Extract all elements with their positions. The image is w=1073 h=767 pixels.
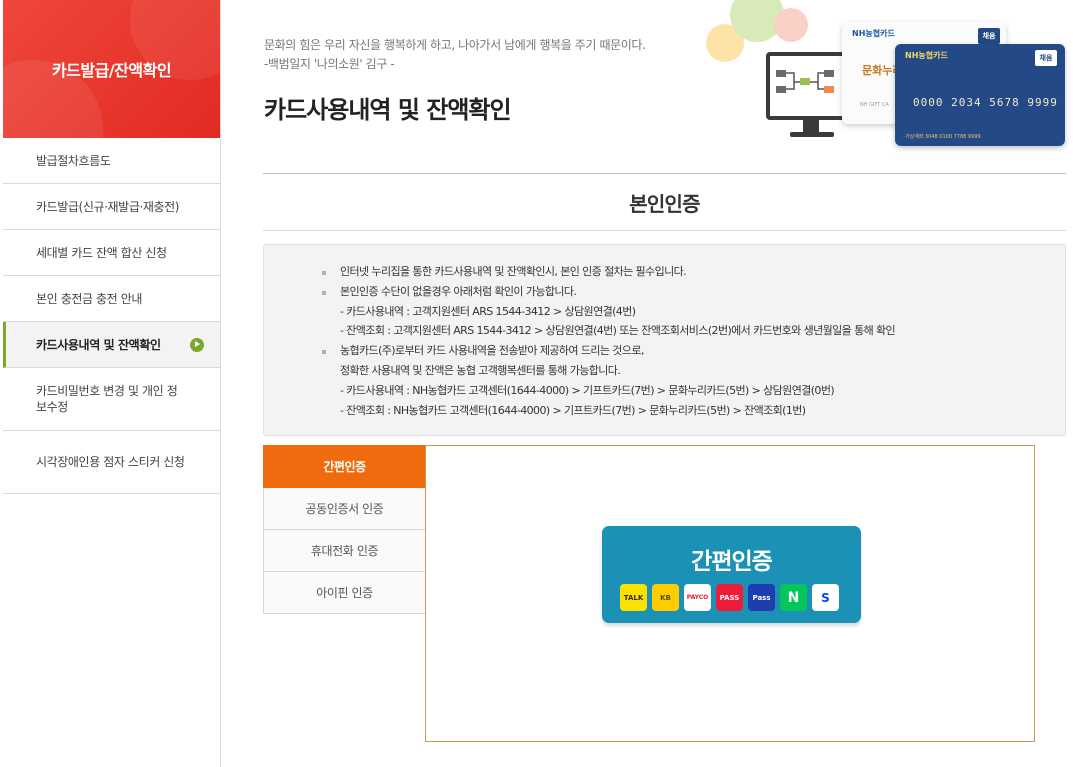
sidebar-item-label: 시각장애인용 점자 스티커 신청 [36,455,185,469]
sidebar-item-label: 카드비밀번호 변경 및 개인 정보수정 [36,384,178,414]
samsung-pass-icon: Pass [748,584,775,611]
simple-auth-label: 간편인증 [691,549,773,575]
card-badge: 채움 [978,28,1000,44]
card-badge: 채움 [1035,50,1057,66]
sidebar-item-household-balance[interactable]: 세대별 카드 잔액 합산 신청 [3,230,220,276]
nh-card-front: NH농협카드 채움 0000 2034 5678 9999 가상계좌 3048 … [895,44,1065,146]
monitor-base [790,132,834,137]
card-number: 0000 2034 5678 9999 [913,96,1058,109]
sidebar-item-braille-sticker[interactable]: 시각장애인용 점자 스티커 신청 [3,431,220,494]
quote-line: 문화의 힘은 우리 자신을 행복하게 하고, 나아가서 남에게 행복을 주기 때… [264,38,646,52]
divider [263,173,1066,174]
notice-line: - 카드사용내역 : 고객지원센터 ARS 1544-3412 > 상담원연결(… [340,304,636,318]
card-brand: NH농협카드 [852,29,895,38]
notice-line: 본인인증 수단이 없을경우 아래처럼 확인이 가능합니다. [322,284,577,298]
tab-phone-auth[interactable]: 휴대전화 인증 [263,530,426,572]
tab-ipin-auth[interactable]: 아이핀 인증 [263,572,426,614]
pass-icon: PASS [716,584,743,611]
notice-list: 인터넷 누리집을 통한 카드사용내역 및 잔액확인시, 본인 인증 절차는 필수… [322,262,896,420]
sidebar: 카드발급/잔액확인 발급절차흐름도 카드발급(신규·재발급·재충전) 세대별 카… [3,0,221,767]
auth-provider-icons: TALK KB PAYCO PASS Pass N S [620,584,839,611]
sidebar-item-label: 본인 충전금 충전 안내 [36,291,143,306]
kb-icon: KB [652,584,679,611]
notice-line: - 카드사용내역 : NH농협카드 고객센터(1644-4000) > 기프트카… [340,383,835,397]
arrow-right-circle-icon [190,337,204,352]
sidebar-item-label: 세대별 카드 잔액 합산 신청 [36,245,167,260]
simple-auth-button[interactable]: 간편인증 TALK KB PAYCO PASS Pass N S [602,526,861,623]
card-brand: NH농협카드 [905,51,948,60]
notice-box: 인터넷 누리집을 통한 카드사용내역 및 잔액확인시, 본인 인증 절차는 필수… [263,244,1066,436]
card-footer: 가상계좌 3048 0100 7788 9999 [905,134,981,140]
tab-simple-auth[interactable]: 간편인증 [263,445,426,488]
sidebar-item-label: 카드발급(신규·재발급·재충전) [36,199,180,214]
tab-certificate-auth[interactable]: 공동인증서 인증 [263,488,426,530]
notice-line: 정확한 사용내역 및 잔액은 농협 고객행복센터를 통해 가능합니다. [340,363,621,377]
shinhan-icon: S [812,584,839,611]
sidebar-item-label: 카드사용내역 및 잔액확인 [36,337,161,352]
notice-line: 인터넷 누리집을 통한 카드사용내역 및 잔액확인시, 본인 인증 절차는 필수… [322,265,687,278]
page-title: 카드사용내역 및 잔액확인 [264,96,512,124]
divider [263,230,1066,231]
sidebar-header: 카드발급/잔액확인 [3,0,220,138]
sidebar-item-password-change[interactable]: 카드비밀번호 변경 및 개인 정보수정 [3,368,220,431]
sidebar-title: 카드발급/잔액확인 [51,61,172,80]
page: 카드발급/잔액확인 발급절차흐름도 카드발급(신규·재발급·재충전) 세대별 카… [0,0,1073,767]
card-subtext: NH GIFT CA [860,102,889,108]
sidebar-item-process[interactable]: 발급절차흐름도 [3,138,220,184]
section-title: 본인인증 [629,192,700,216]
sidebar-item-self-charge[interactable]: 본인 충전금 충전 안내 [3,276,220,322]
payco-icon: PAYCO [684,584,711,611]
quote-author: -백범일지 '나의소원' 김구 - [264,57,395,71]
naver-icon: N [780,584,807,611]
sidebar-item-usage-balance[interactable]: 카드사용내역 및 잔액확인 [3,322,220,368]
notice-line: 농협카드(주)로부터 카드 사용내역을 전송받아 제공하여 드리는 것으로, [322,344,644,358]
notice-line: - 잔액조회 : NH농협카드 고객센터(1644-4000) > 기프트카드(… [340,403,806,417]
sidebar-item-issue[interactable]: 카드발급(신규·재발급·재충전) [3,184,220,230]
decor-circle [774,8,808,42]
notice-line: - 잔액조회 : 고객지원센터 ARS 1544-3412 > 상담원연결(4번… [340,324,896,338]
sidebar-menu: 발급절차흐름도 카드발급(신규·재발급·재충전) 세대별 카드 잔액 합산 신청… [3,138,220,494]
sidebar-item-label: 발급절차흐름도 [36,153,111,168]
header-quote: 문화의 힘은 우리 자신을 행복하게 하고, 나아가서 남에게 행복을 주기 때… [264,36,646,74]
auth-tabs: 간편인증 공동인증서 인증 휴대전화 인증 아이핀 인증 [263,445,426,614]
kakao-talk-icon: TALK [620,584,647,611]
